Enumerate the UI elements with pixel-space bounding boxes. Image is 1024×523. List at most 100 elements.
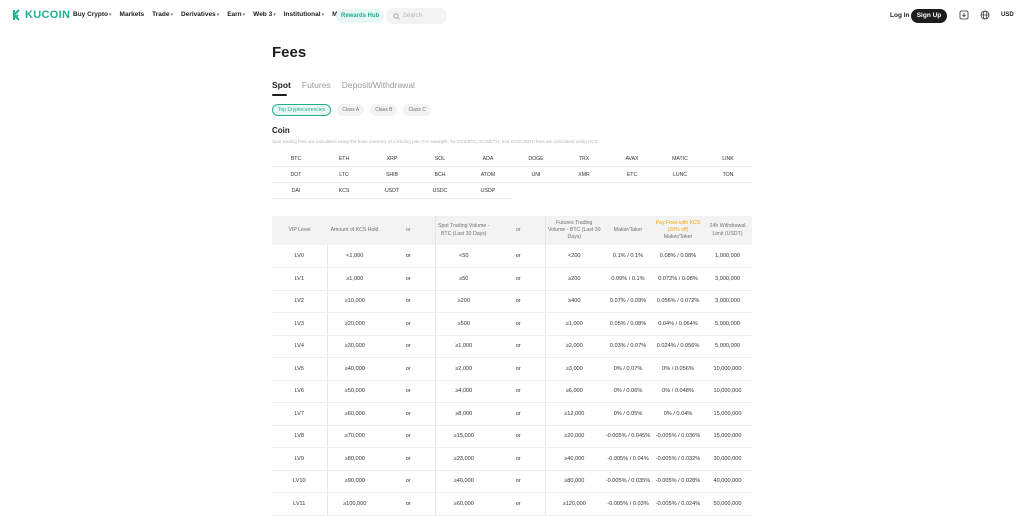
table-cell: ≥90,000: [326, 470, 382, 493]
coin-section-note: Spot trading fees are calculated using t…: [272, 139, 599, 144]
table-cell: 15,000,000: [703, 402, 752, 426]
table-cell: 1,000,000: [703, 245, 752, 268]
coin-item: DAI: [272, 183, 320, 199]
search-icon: [393, 12, 400, 20]
table-cell: -0.005% / 0.045%: [603, 425, 653, 448]
coin-item: LTC: [320, 167, 368, 183]
table-cell: ≥400: [544, 290, 603, 313]
chip-class-c[interactable]: Class C: [403, 104, 431, 116]
chip-class-b[interactable]: Class B: [370, 104, 398, 116]
table-cell: or: [382, 312, 435, 336]
table-cell: ≥50: [434, 267, 492, 291]
nav-item-web-3[interactable]: Web 3: [253, 11, 276, 18]
table-cell: or: [492, 335, 545, 358]
table-cell: 0% / 0.06%: [603, 380, 653, 403]
table-header-cell: or: [492, 216, 545, 245]
table-cell: or: [382, 425, 435, 448]
table-cell: 0% / 0.048%: [653, 380, 703, 403]
tab-spot[interactable]: Spot: [272, 80, 291, 96]
table-cell: or: [492, 492, 545, 516]
table-cell: or: [492, 447, 545, 471]
table-header-cell: Maker/Taker: [603, 216, 653, 245]
table-cell: ≥30,000: [326, 335, 382, 358]
table-cell: 0.07% / 0.09%: [603, 290, 653, 313]
coin-item: SHIB: [368, 167, 416, 183]
table-cell: ≥40,000: [434, 470, 492, 493]
table-row: LV0 <1,000 or <50 or <200 0.1% / 0.1% 0.08% / 0…: [272, 245, 752, 268]
download-icon[interactable]: [959, 10, 969, 20]
table-cell: ≥6,000: [544, 380, 603, 403]
table-cell: LV8: [272, 425, 327, 448]
table-cell: 3,000,000: [703, 267, 752, 291]
table-cell: LV7: [272, 402, 327, 426]
table-cell: LV5: [272, 357, 327, 381]
coin-item: USDT: [368, 183, 416, 199]
coin-class-chips: Top Cryptocurrencies Class A Class B Class …: [272, 104, 431, 116]
table-cell: 0.09% / 0.1%: [603, 267, 653, 291]
table-cell: 0% / 0.05%: [603, 402, 653, 426]
fee-table-body: LV0 <1,000 or <50 or <200 0.1% / 0.1% 0.08% / 0…: [272, 245, 752, 516]
table-cell: LV0: [272, 245, 327, 268]
nav-item-buy-crypto[interactable]: Buy Crypto: [73, 11, 112, 18]
nav-item-trade[interactable]: Trade: [152, 11, 173, 18]
table-header-cell: VIP Level: [272, 216, 327, 245]
login-link[interactable]: Log In: [890, 12, 910, 19]
table-cell: ≥200: [544, 267, 603, 291]
search-input[interactable]: Search: [386, 8, 447, 24]
table-cell: ≥1,000: [434, 335, 492, 358]
table-cell: ≥60,000: [326, 402, 382, 426]
signup-button[interactable]: Sign Up: [911, 9, 947, 23]
coin-item: XMR: [560, 167, 608, 183]
nav-item-markets[interactable]: Markets: [120, 11, 145, 18]
table-cell: -0.005% / 0.032%: [653, 447, 703, 471]
table-cell: -0.005% / 0.03%: [603, 492, 653, 516]
nav-item-derivatives[interactable]: Derivatives: [181, 11, 219, 18]
table-cell: <50: [434, 245, 492, 268]
chip-class-a[interactable]: Class A: [337, 104, 365, 116]
table-cell: or: [492, 290, 545, 313]
table-cell: 3,000,000: [703, 290, 752, 313]
kucoin-logo[interactable]: KUCOIN: [10, 9, 70, 21]
table-cell: -0.005% / 0.04%: [603, 447, 653, 471]
kucoin-logo-icon: [13, 9, 20, 21]
table-cell: ≥500: [434, 312, 492, 336]
table-cell: ≥80,000: [326, 447, 382, 471]
coin-item: MATIC: [656, 151, 704, 167]
coin-item: LINK: [704, 151, 752, 167]
table-cell: ≥100,000: [326, 492, 382, 516]
table-cell: or: [382, 492, 435, 516]
currency-selector[interactable]: USD: [1001, 12, 1014, 18]
table-cell: ≥40,000: [326, 357, 382, 381]
search-placeholder: Search: [403, 13, 423, 19]
tab-futures[interactable]: Futures: [302, 80, 331, 90]
table-header-cell: or: [382, 216, 435, 245]
nav-item-institutional[interactable]: Institutional: [284, 11, 324, 18]
table-cell: 0.024% / 0.056%: [653, 335, 703, 358]
table-cell: 0% / 0.056%: [653, 357, 703, 381]
table-cell: ≥2,000: [544, 335, 603, 358]
rewards-hub-button[interactable]: Rewards Hub: [336, 9, 385, 23]
table-cell: ≥3,000: [544, 357, 603, 381]
table-cell: LV6: [272, 380, 327, 403]
table-cell: 0.072% / 0.08%: [653, 267, 703, 291]
table-cell: or: [382, 245, 435, 268]
coin-item: TRX: [560, 151, 608, 167]
coin-item: ETH: [320, 151, 368, 167]
table-cell: or: [492, 357, 545, 381]
tab-deposit-withdrawal[interactable]: Deposit/Withdrawal: [342, 80, 415, 90]
globe-icon[interactable]: [980, 10, 990, 20]
table-cell: ≥20,000: [326, 312, 382, 336]
table-cell: or: [382, 290, 435, 313]
coin-item: DOT: [272, 167, 320, 183]
nav-item-earn[interactable]: Earn: [227, 11, 245, 18]
table-cell: LV11: [272, 492, 327, 516]
table-cell: LV10: [272, 470, 327, 493]
coin-item: SOL: [416, 151, 464, 167]
table-row: LV2 ≥10,000 or ≥200 or ≥400 0.07% / 0.09% 0.056…: [272, 290, 752, 313]
kcs-discount-subheader: Maker/Taker: [663, 234, 693, 241]
table-cell: 0.08% / 0.08%: [653, 245, 703, 268]
table-cell: 0.03% / 0.07%: [603, 335, 653, 358]
chip-top-cryptocurrencies[interactable]: Top Cryptocurrencies: [272, 104, 332, 116]
table-row: LV8 ≥70,000 or ≥15,000 or ≥20,000 -0.005% / 0.…: [272, 425, 752, 448]
table-cell: 50,000,000: [703, 492, 752, 516]
